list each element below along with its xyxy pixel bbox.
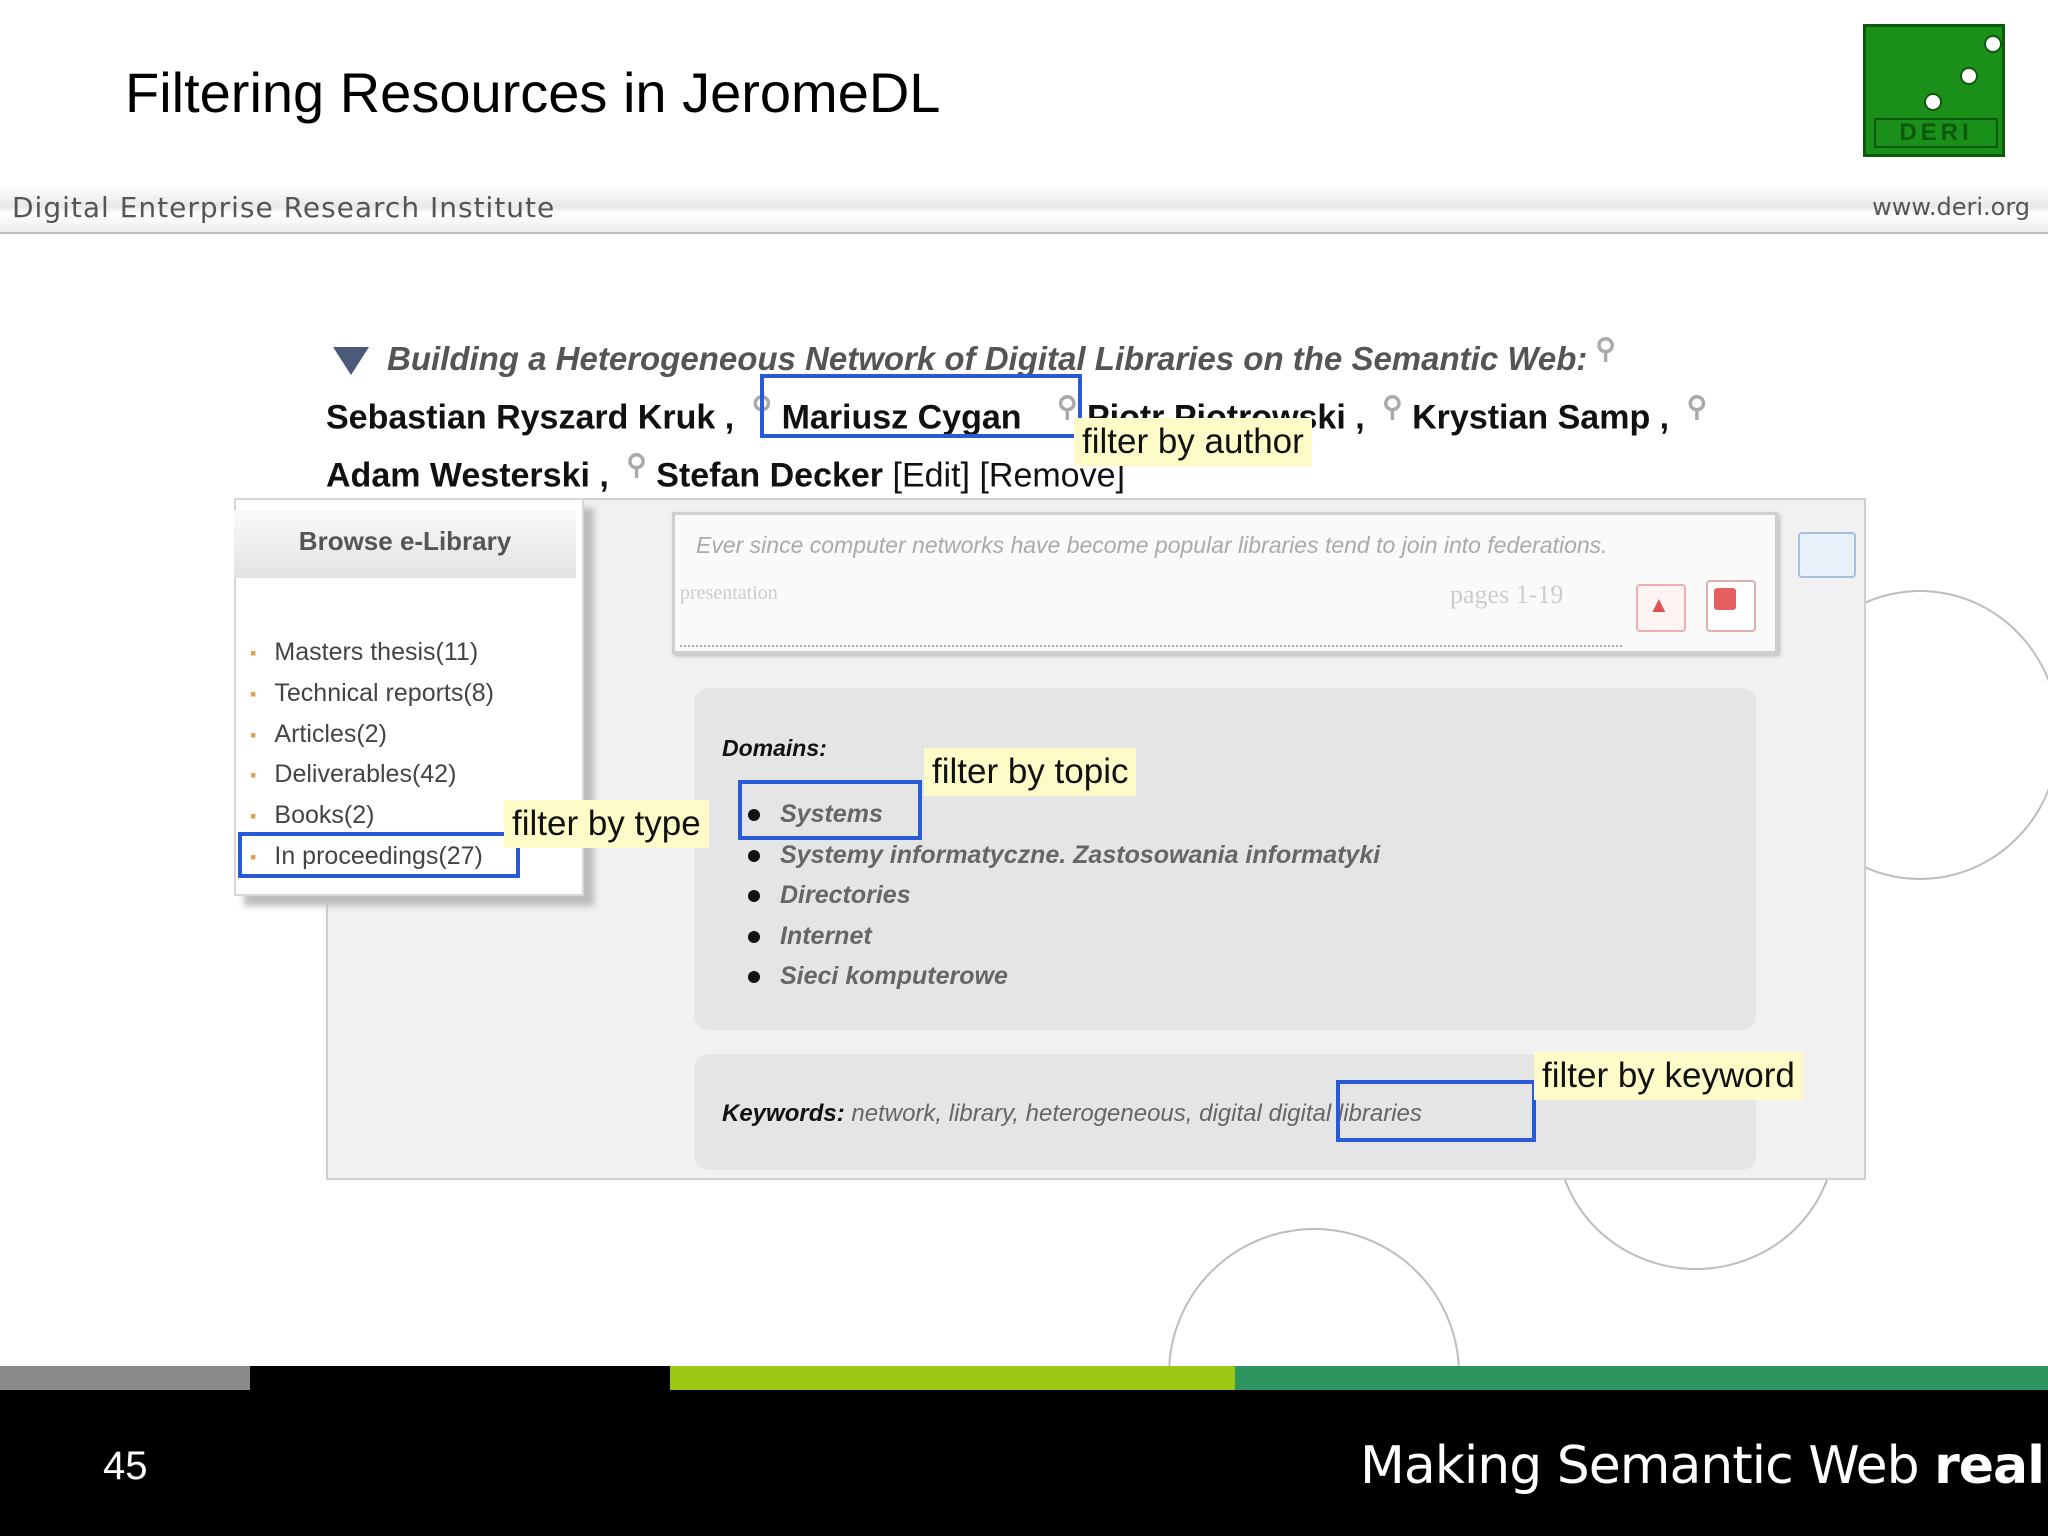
type-filter-item[interactable]: ▪ Deliverables(42) [250,760,456,789]
magnifier-icon[interactable]: ⚲ [1687,390,1708,423]
divider [680,645,1622,647]
abstract-text: Ever since computer networks have become… [696,532,1608,558]
logo-dot [1960,67,1978,85]
magnifier-icon[interactable]: ⚲ [626,448,647,481]
domain-filter-item[interactable]: Systemy informatyczne. Zastosowania info… [748,841,1380,870]
footer-stripe [670,1366,1235,1390]
footer-stripe [250,1366,670,1390]
presentation-label: presentation [680,582,778,604]
browse-title[interactable]: Browse e-Library [234,526,576,557]
presentation-file-icon[interactable] [1706,580,1756,632]
slide-title: Filtering Resources in JeromeDL [125,61,941,124]
keywords-row: Keywords: network, library, heterogeneou… [722,1100,1422,1128]
type-filter-item[interactable]: ▪ Articles(2) [250,720,387,749]
type-filter-item[interactable]: ▪ Books(2) [250,801,374,830]
document-title[interactable]: Building a Heterogeneous Network of Digi… [387,340,1587,377]
document-title-row: Building a Heterogeneous Network of Digi… [333,332,1616,378]
authors-row: Adam Westerski , ⚲ Stefan Decker [Edit] … [326,448,1125,495]
pages-label: pages 1-19 [1450,580,1564,609]
footer-stripe [0,1366,250,1390]
share-icon[interactable] [1798,532,1856,578]
tagline: Making Semantic Web real. [1360,1436,2048,1496]
logo-text: DERI [1874,118,1998,148]
edit-link[interactable]: [Edit] [893,456,970,494]
deri-logo: DERI [1863,24,2005,157]
footer-stripe [1235,1366,2048,1390]
domain-filter-item[interactable]: Directories [748,881,911,910]
callout-filter-by-author: filter by author [1074,418,1312,466]
domain-filter-item[interactable]: Sieci komputerowe [748,962,1008,991]
type-filter-item[interactable]: ▪ Masters thesis(11) [250,638,478,667]
type-filter-item[interactable]: ▪ Technical reports(8) [250,679,494,708]
author-link[interactable]: Stefan Decker [656,456,883,494]
author-link[interactable]: Adam Westerski [326,456,590,494]
callout-filter-by-keyword: filter by keyword [1534,1052,1803,1100]
collapse-triangle-icon[interactable] [333,347,369,376]
callout-filter-by-topic: filter by topic [924,748,1137,796]
domain-filter-item[interactable]: Internet [748,922,872,951]
callout-filter-by-type: filter by type [504,800,709,848]
keyword-list[interactable]: network, library, heterogeneous, digital [851,1100,1261,1127]
pdf-icon[interactable] [1636,584,1686,632]
keywords-label: Keywords: [722,1100,845,1127]
author-link[interactable]: Sebastian Ryszard Kruk [326,398,715,436]
site-url[interactable]: www.deri.org [1872,193,2030,221]
institute-name: Digital Enterprise Research Institute [12,191,556,224]
type-highlight-box [238,832,520,878]
page-number: 45 [103,1444,148,1488]
topic-highlight-box [738,780,922,840]
magnifier-icon[interactable]: ⚲ [1382,390,1403,423]
logo-dot [1924,93,1942,111]
logo-dot [1984,35,2002,53]
keyword-highlight-box [1336,1080,1536,1142]
author-link[interactable]: Krystian Samp [1412,398,1650,436]
magnifier-icon[interactable]: ⚲ [1595,332,1616,365]
domains-label: Domains: [722,735,827,761]
author-highlight-box [760,374,1082,438]
